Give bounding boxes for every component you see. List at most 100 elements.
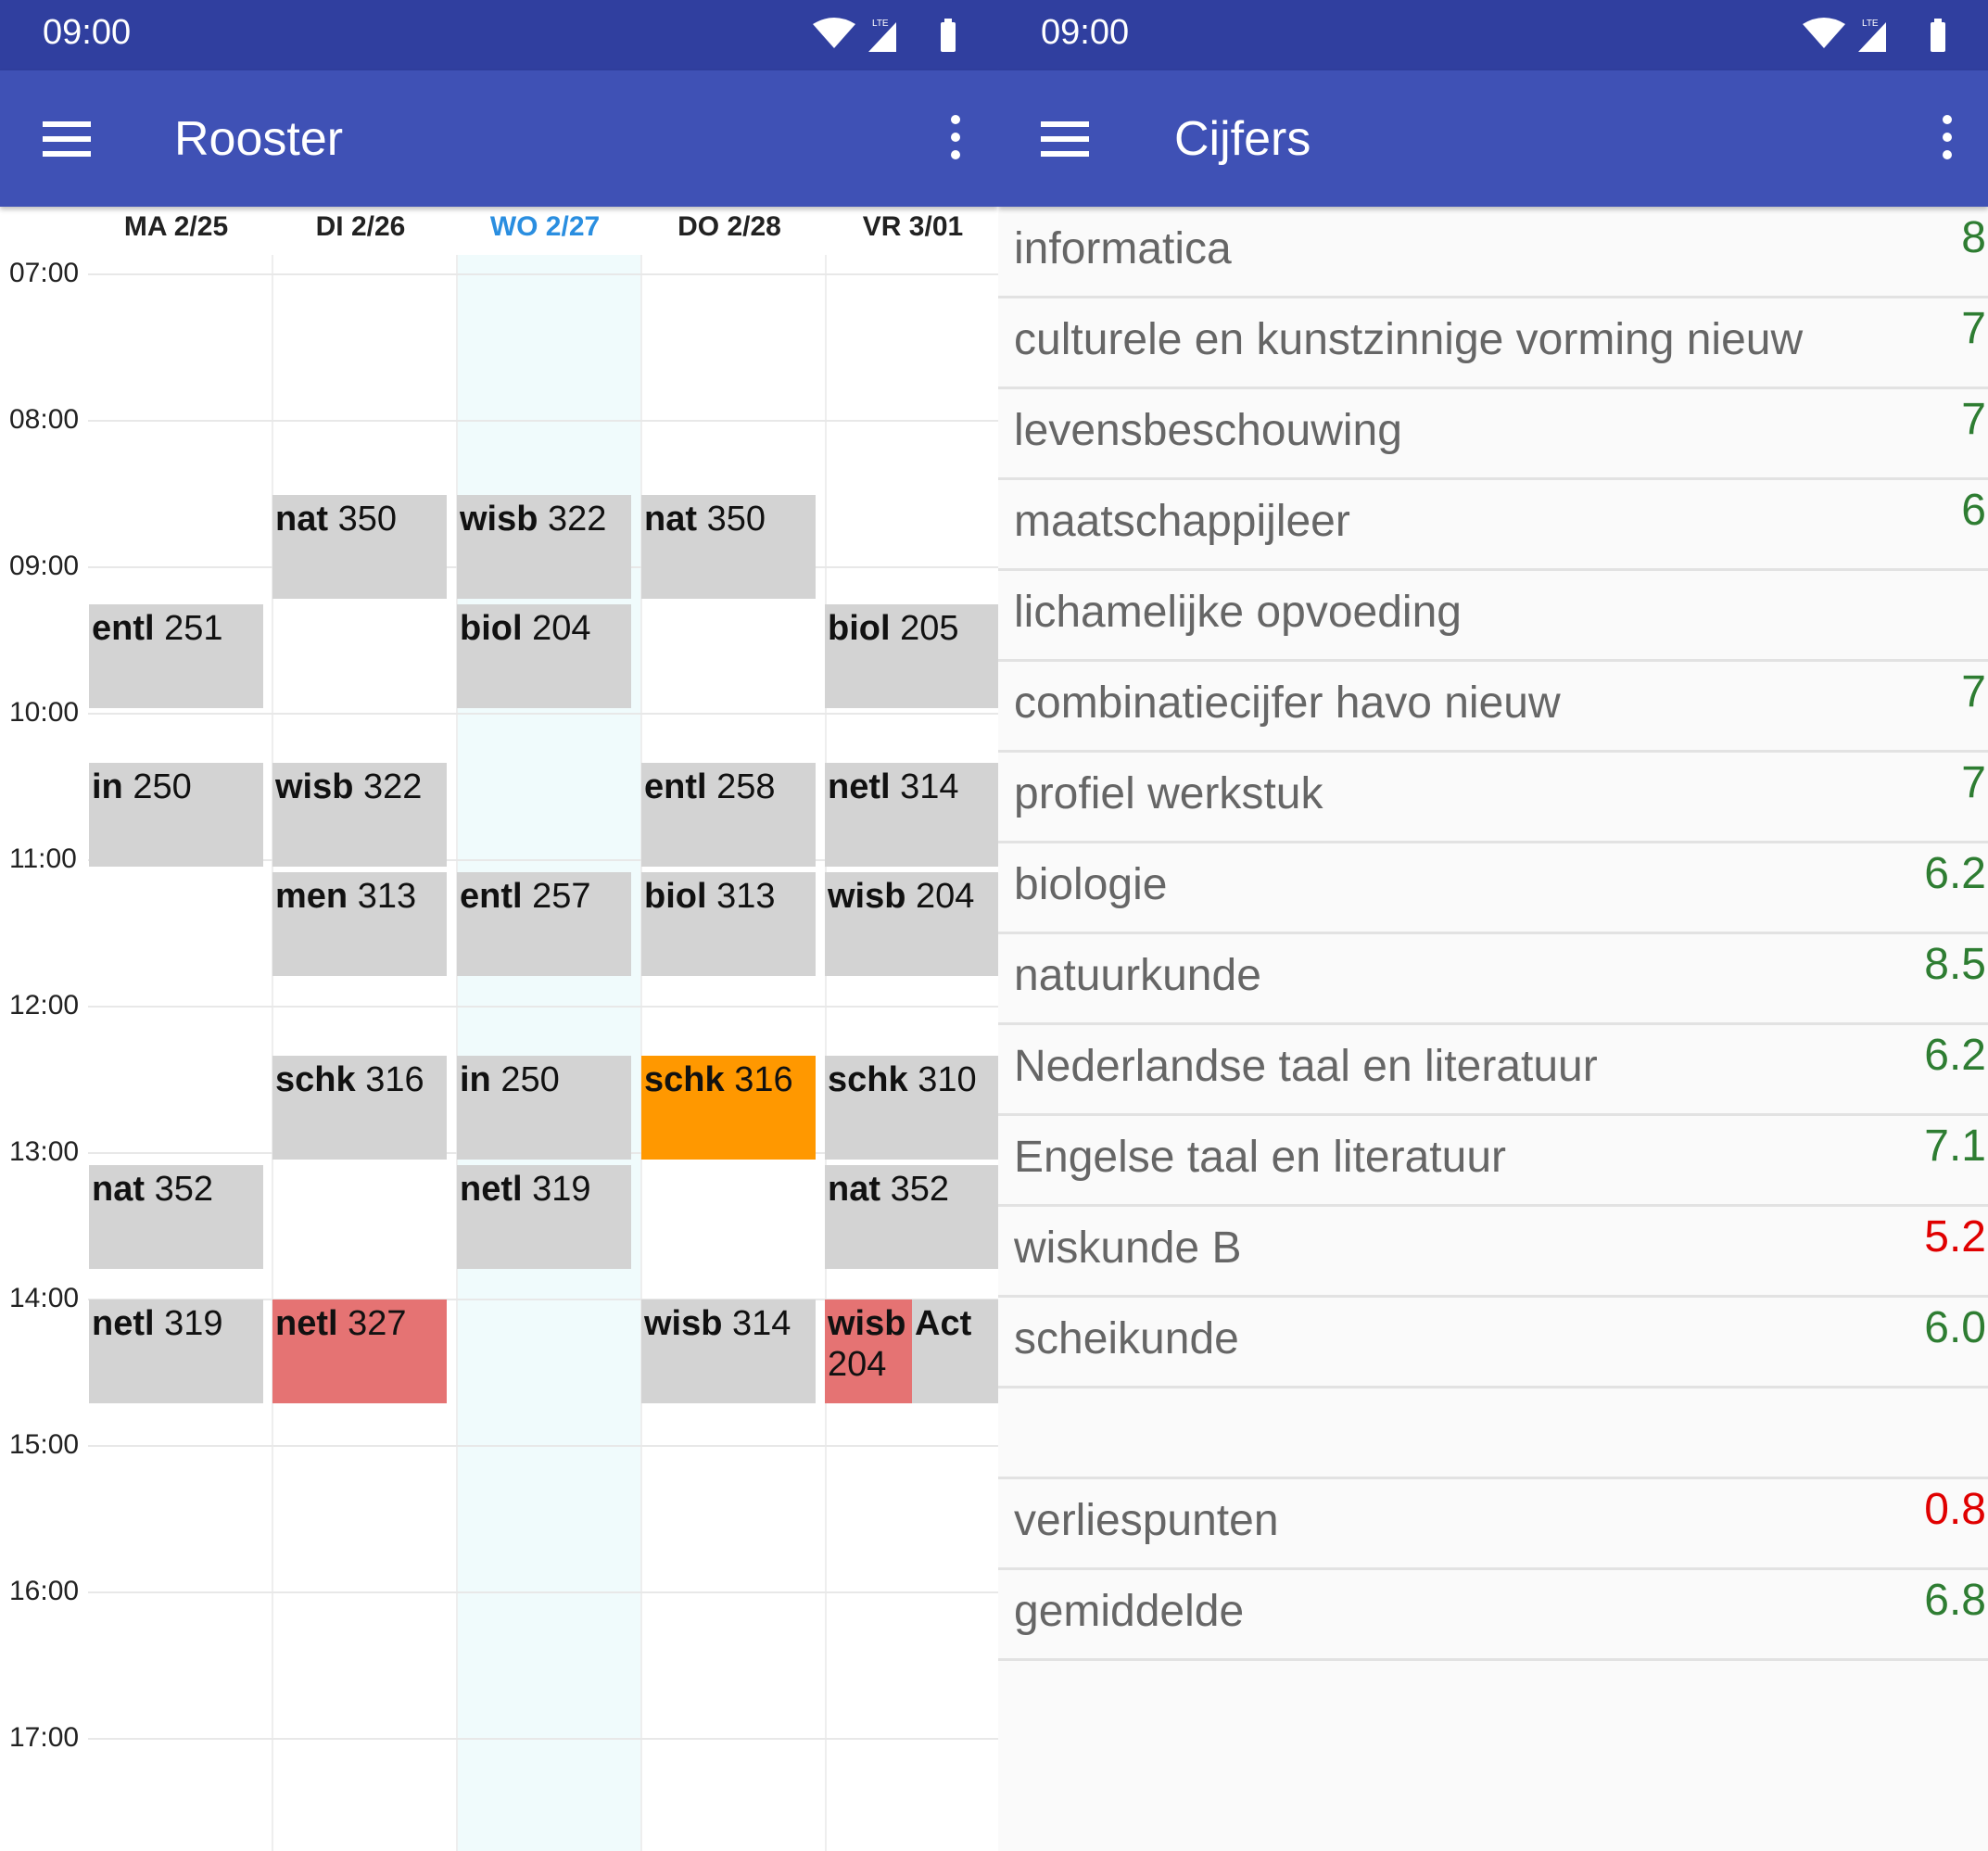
page-title: Cijfers xyxy=(1174,112,1311,166)
lesson-block[interactable]: entl 257 xyxy=(457,872,631,976)
lesson-block[interactable]: entl 258 xyxy=(641,763,816,867)
grade-row-empty xyxy=(998,1388,1988,1479)
page-title: Rooster xyxy=(174,112,344,166)
grade-subject: biologie xyxy=(1014,860,1168,909)
grade-row[interactable]: Engelse taal en literatuur 7.1 xyxy=(998,1115,1988,1207)
status-icons: LTE xyxy=(1803,18,1945,52)
time-label: 12:00 xyxy=(9,990,80,1021)
grade-row[interactable]: natuurkunde 8.5 xyxy=(998,933,1988,1025)
day-header-do[interactable]: DO 2/28 xyxy=(641,211,817,254)
grade-row[interactable]: informatica 8 xyxy=(998,207,1988,298)
grade-subject: profiel werkstuk xyxy=(1014,769,1323,818)
grade-value: 7.1 xyxy=(1924,1122,1986,1171)
cijfers-screen: 09:00 LTE Cijfers informatica 8 culturel… xyxy=(998,0,1988,1851)
lesson-block[interactable]: in 250 xyxy=(89,763,263,867)
grade-value-insufficient: 5.2 xyxy=(1924,1212,1986,1261)
battery-icon xyxy=(1931,22,1945,52)
battery-icon xyxy=(941,22,956,52)
grade-value: 6 xyxy=(1961,486,1986,535)
summary-row-verliespunten: verliespunten 0.8 xyxy=(998,1478,1988,1570)
lesson-block[interactable]: wisb 322 xyxy=(272,763,447,867)
grade-row[interactable]: wiskunde B 5.2 xyxy=(998,1206,1988,1298)
lesson-block[interactable]: entl 251 xyxy=(89,604,263,708)
lesson-block[interactable]: schk 316 xyxy=(272,1056,447,1160)
day-header-wo[interactable]: WO 2/27 xyxy=(457,211,633,254)
lesson-block[interactable]: wisb 322 xyxy=(457,495,631,599)
app-bar: Cijfers xyxy=(998,70,1988,207)
grade-subject: levensbeschouwing xyxy=(1014,406,1402,455)
lesson-block[interactable]: netl 319 xyxy=(457,1165,631,1269)
grade-value: 8 xyxy=(1961,213,1986,262)
lesson-block[interactable]: netl 319 xyxy=(89,1300,263,1403)
lesson-block[interactable]: nat 352 xyxy=(825,1165,998,1269)
grade-subject: informatica xyxy=(1014,224,1232,273)
day-header-vr[interactable]: VR 3/01 xyxy=(825,211,998,254)
day-header-ma[interactable]: MA 2/25 xyxy=(88,211,264,254)
grade-row[interactable]: maatschappijleer 6 xyxy=(998,479,1988,571)
lesson-part-activity[interactable]: Act xyxy=(912,1300,998,1403)
grade-value: 6.2 xyxy=(1924,1031,1986,1080)
lesson-block[interactable]: nat 352 xyxy=(89,1165,263,1269)
grade-row[interactable]: combinatiecijfer havo nieuw 7 xyxy=(998,661,1988,753)
grade-subject: combinatiecijfer havo nieuw xyxy=(1014,678,1561,728)
grade-subject: natuurkunde xyxy=(1014,951,1261,1000)
status-time: 09:00 xyxy=(43,13,132,52)
grade-subject: maatschappijleer xyxy=(1014,497,1350,546)
grade-value: 6.2 xyxy=(1924,849,1986,898)
status-bar: 09:00 LTE xyxy=(0,0,998,70)
time-label: 15:00 xyxy=(9,1429,80,1460)
lesson-block-highlighted[interactable]: schk 316 xyxy=(641,1056,816,1160)
schedule-grid: 07:00 08:00 09:00 10:00 11:00 12:00 13:0… xyxy=(0,255,998,1851)
time-label: 14:00 xyxy=(9,1283,80,1313)
time-label: 07:00 xyxy=(9,258,80,288)
grade-row[interactable]: culturele en kunstzinnige vorming nieuw … xyxy=(998,298,1988,389)
lesson-block[interactable]: biol 204 xyxy=(457,604,631,708)
lte-icon: LTE xyxy=(872,19,889,29)
grade-value: 6.0 xyxy=(1924,1303,1986,1352)
grade-value: 7 xyxy=(1961,395,1986,444)
lesson-block[interactable]: men 313 xyxy=(272,872,447,976)
lesson-block[interactable]: schk 310 xyxy=(825,1056,998,1160)
lesson-part-changed[interactable]: wisb 204 xyxy=(825,1300,912,1403)
lesson-block[interactable]: biol 313 xyxy=(641,872,816,976)
grade-row[interactable]: Nederlandse taal en literatuur 6.2 xyxy=(998,1024,1988,1116)
grade-row[interactable]: lichamelijke opvoeding xyxy=(998,570,1988,662)
lesson-block[interactable]: wisb 314 xyxy=(641,1300,816,1403)
grade-row[interactable]: levensbeschouwing 7 xyxy=(998,388,1988,480)
lesson-block[interactable]: biol 205 xyxy=(825,604,998,708)
time-label: 10:00 xyxy=(9,697,80,728)
wifi-icon xyxy=(1803,18,1845,48)
status-icons: LTE xyxy=(813,18,956,52)
grade-subject: scheikunde xyxy=(1014,1314,1239,1363)
lesson-block[interactable]: in 250 xyxy=(457,1056,631,1160)
grade-subject: Engelse taal en literatuur xyxy=(1014,1133,1506,1182)
grade-value: 8.5 xyxy=(1924,940,1986,989)
lesson-block-changed[interactable]: netl 327 xyxy=(272,1300,447,1403)
grade-value: 7 xyxy=(1961,667,1986,716)
lesson-block[interactable]: wisb 204 xyxy=(825,872,998,976)
grade-subject: lichamelijke opvoeding xyxy=(1014,588,1462,637)
time-label: 09:00 xyxy=(9,551,80,581)
grade-value: 7 xyxy=(1961,304,1986,353)
lte-icon: LTE xyxy=(1862,19,1879,29)
more-options-icon[interactable] xyxy=(950,115,961,163)
more-options-icon[interactable] xyxy=(1942,115,1953,163)
grade-row[interactable]: scheikunde 6.0 xyxy=(998,1297,1988,1388)
grade-value: 7 xyxy=(1961,758,1986,807)
summary-value: 6.8 xyxy=(1924,1576,1986,1625)
lesson-block[interactable]: netl 314 xyxy=(825,763,998,867)
lesson-block[interactable]: nat 350 xyxy=(641,495,816,599)
grade-subject: Nederlandse taal en literatuur xyxy=(1014,1042,1598,1091)
lesson-block[interactable]: nat 350 xyxy=(272,495,447,599)
lesson-block-split[interactable]: wisb 204 Act xyxy=(825,1300,998,1403)
grade-row[interactable]: biologie 6.2 xyxy=(998,843,1988,934)
menu-icon[interactable] xyxy=(43,121,91,157)
grade-row[interactable]: profiel werkstuk 7 xyxy=(998,752,1988,843)
wifi-icon xyxy=(813,18,855,48)
time-label: 17:00 xyxy=(9,1722,80,1753)
rooster-screen: 09:00 LTE Rooster MA 2/25 DI 2/26 WO 2/2… xyxy=(0,0,998,1851)
summary-label: verliespunten xyxy=(1014,1496,1279,1545)
menu-icon[interactable] xyxy=(1041,121,1089,157)
time-label: 16:00 xyxy=(9,1576,80,1606)
day-header-di[interactable]: DI 2/26 xyxy=(272,211,449,254)
